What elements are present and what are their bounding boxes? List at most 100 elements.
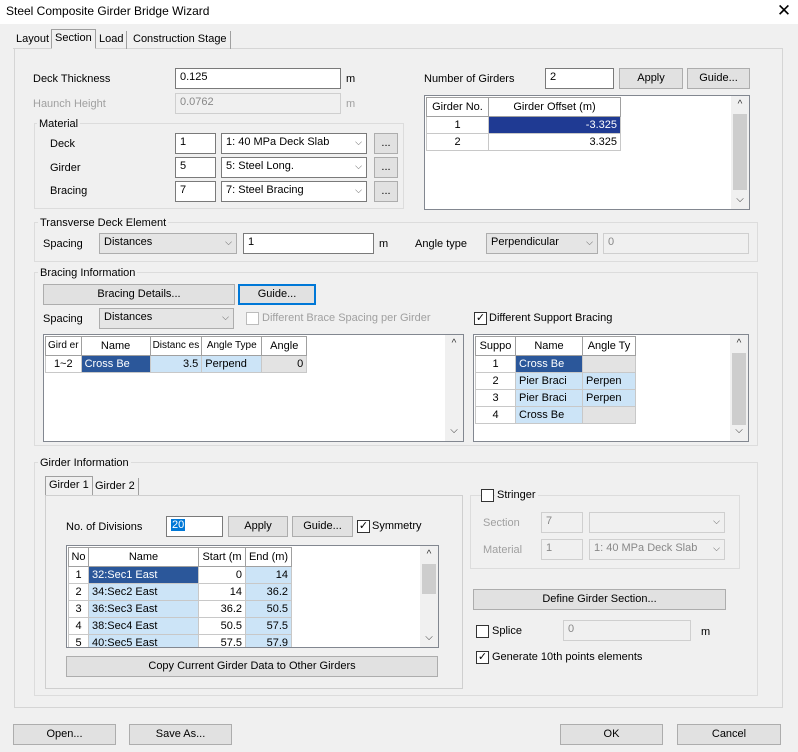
- transverse-spacing-input[interactable]: 1: [243, 233, 374, 254]
- define-girder-section-button[interactable]: Define Girder Section...: [473, 589, 726, 610]
- material-girder-select[interactable]: 5: Steel Long. ⌵: [221, 157, 367, 178]
- bracing-distance-cell[interactable]: 3.5: [149, 355, 203, 373]
- angle-type-select[interactable]: Perpendicular ⌵: [486, 233, 598, 254]
- support-angle-type-cell[interactable]: [582, 406, 636, 424]
- stringer-checkbox[interactable]: [481, 489, 494, 502]
- support-angle-type-cell[interactable]: Perpen: [582, 389, 636, 407]
- table-row[interactable]: 5 40:Sec5 East 57.5 57.9: [68, 634, 292, 647]
- bracing-guide-button[interactable]: Guide...: [238, 284, 316, 305]
- sections-table-scrollbar[interactable]: ^ ⌵: [420, 546, 438, 647]
- tab-construction-stage[interactable]: Construction Stage: [130, 31, 231, 49]
- bracing-angle-type-cell[interactable]: Perpend: [201, 355, 263, 373]
- section-start-cell[interactable]: 36.2: [198, 600, 246, 618]
- support-angle-type-cell[interactable]: Perpen: [582, 372, 636, 390]
- transverse-spacing-select[interactable]: Distances ⌵: [99, 233, 237, 254]
- section-end-cell[interactable]: 57.9: [245, 634, 292, 647]
- symmetry-checkbox[interactable]: ✓: [357, 520, 370, 533]
- section-end-cell[interactable]: 14: [245, 566, 292, 584]
- bracing-table-scrollbar[interactable]: ^ ⌵: [445, 335, 463, 441]
- scroll-thumb[interactable]: [733, 114, 747, 190]
- material-girder-id-input[interactable]: 5: [175, 157, 216, 178]
- scroll-down-icon[interactable]: ⌵: [421, 632, 437, 646]
- divisions-value: 20: [171, 519, 186, 531]
- table-row[interactable]: 1 32:Sec1 East 0 14: [68, 566, 292, 584]
- divisions-apply-button[interactable]: Apply: [228, 516, 288, 537]
- scroll-up-icon[interactable]: ^: [732, 99, 748, 113]
- section-name-cell[interactable]: 32:Sec1 East: [88, 566, 199, 584]
- material-bracing-browse-button[interactable]: ...: [374, 181, 398, 202]
- section-end-cell[interactable]: 36.2: [245, 583, 292, 601]
- tab-section[interactable]: Section: [51, 29, 96, 49]
- bracing-details-button[interactable]: Bracing Details...: [43, 284, 235, 305]
- ok-button[interactable]: OK: [560, 724, 663, 745]
- table-row[interactable]: 4 Cross Be: [475, 406, 636, 424]
- girder-offset-cell[interactable]: 3.325: [488, 133, 621, 151]
- material-bracing-select[interactable]: 7: Steel Bracing ⌵: [221, 181, 367, 202]
- support-angle-type-cell[interactable]: [582, 355, 636, 373]
- material-deck-id-input[interactable]: 1: [175, 133, 216, 154]
- table-row[interactable]: 3 36:Sec3 East 36.2 50.5: [68, 600, 292, 618]
- tab-girder-1[interactable]: Girder 1: [45, 476, 93, 496]
- splice-checkbox[interactable]: [476, 625, 489, 638]
- scroll-up-icon[interactable]: ^: [421, 549, 437, 563]
- bracing-angle-cell[interactable]: 0: [261, 355, 308, 373]
- table-row[interactable]: 1 Cross Be: [475, 355, 636, 373]
- section-start-cell[interactable]: 0: [198, 566, 246, 584]
- scroll-thumb[interactable]: [732, 353, 746, 425]
- girders-guide-button[interactable]: Guide...: [687, 68, 750, 89]
- table-row[interactable]: 2 3.325: [426, 133, 621, 151]
- bracing-spacing-select[interactable]: Distances ⌵: [99, 308, 234, 329]
- support-name-cell[interactable]: Cross Be: [515, 406, 583, 424]
- support-name-cell[interactable]: Cross Be: [515, 355, 583, 373]
- cancel-button[interactable]: Cancel: [677, 724, 781, 745]
- section-no-cell: 1: [68, 566, 89, 584]
- different-support-bracing-checkbox[interactable]: ✓: [474, 312, 487, 325]
- girders-apply-button[interactable]: Apply: [619, 68, 683, 89]
- material-bracing-id-input[interactable]: 7: [175, 181, 216, 202]
- section-name-cell[interactable]: 34:Sec2 East: [88, 583, 199, 601]
- section-start-cell[interactable]: 14: [198, 583, 246, 601]
- save-as-button[interactable]: Save As...: [129, 724, 232, 745]
- tab-layout[interactable]: Layout: [13, 31, 54, 49]
- scroll-down-icon[interactable]: ⌵: [732, 194, 748, 208]
- scroll-thumb[interactable]: [422, 564, 436, 594]
- section-name-cell[interactable]: 36:Sec3 East: [88, 600, 199, 618]
- stringer-material-label: Material: [483, 544, 523, 556]
- support-name-cell[interactable]: Pier Braci: [515, 372, 583, 390]
- table-row[interactable]: 4 38:Sec4 East 50.5 57.5: [68, 617, 292, 635]
- deck-thickness-input[interactable]: 0.125: [175, 68, 341, 89]
- support-table-scrollbar[interactable]: ^ ⌵: [730, 335, 748, 441]
- material-deck-browse-button[interactable]: ...: [374, 133, 398, 154]
- scroll-up-icon[interactable]: ^: [731, 338, 747, 352]
- support-name-cell[interactable]: Pier Braci: [515, 389, 583, 407]
- table-row[interactable]: 2 34:Sec2 East 14 36.2: [68, 583, 292, 601]
- tab-load[interactable]: Load: [96, 31, 128, 49]
- table-row[interactable]: 1 -3.325: [426, 116, 621, 134]
- section-start-cell[interactable]: 57.5: [198, 634, 246, 647]
- close-icon[interactable]: ✕: [774, 1, 794, 21]
- girder-offset-scrollbar[interactable]: ^ ⌵: [731, 96, 749, 209]
- scroll-down-icon[interactable]: ⌵: [731, 425, 747, 439]
- section-name-cell[interactable]: 40:Sec5 East: [88, 634, 199, 647]
- table-row[interactable]: 3 Pier Braci Perpen: [475, 389, 636, 407]
- scroll-down-icon[interactable]: ⌵: [446, 425, 462, 439]
- column-header: Gird er: [45, 336, 82, 356]
- open-button[interactable]: Open...: [13, 724, 116, 745]
- section-start-cell[interactable]: 50.5: [198, 617, 246, 635]
- table-row[interactable]: 2 Pier Braci Perpen: [475, 372, 636, 390]
- scroll-up-icon[interactable]: ^: [446, 338, 462, 352]
- section-end-cell[interactable]: 57.5: [245, 617, 292, 635]
- table-row[interactable]: 1~2 Cross Be 3.5 Perpend 0: [45, 355, 308, 373]
- bracing-name-cell[interactable]: Cross Be: [80, 355, 151, 373]
- material-girder-browse-button[interactable]: ...: [374, 157, 398, 178]
- girder-offset-cell[interactable]: -3.325: [488, 116, 621, 134]
- tab-girder-2[interactable]: Girder 2: [92, 478, 139, 496]
- divisions-input[interactable]: 20: [166, 516, 223, 537]
- number-of-girders-input[interactable]: 2: [545, 68, 614, 89]
- section-end-cell[interactable]: 50.5: [245, 600, 292, 618]
- material-deck-select[interactable]: 1: 40 MPa Deck Slab ⌵: [221, 133, 367, 154]
- generate-10th-points-checkbox[interactable]: ✓: [476, 651, 489, 664]
- copy-girder-data-button[interactable]: Copy Current Girder Data to Other Girder…: [66, 656, 438, 677]
- divisions-guide-button[interactable]: Guide...: [292, 516, 353, 537]
- section-name-cell[interactable]: 38:Sec4 East: [88, 617, 199, 635]
